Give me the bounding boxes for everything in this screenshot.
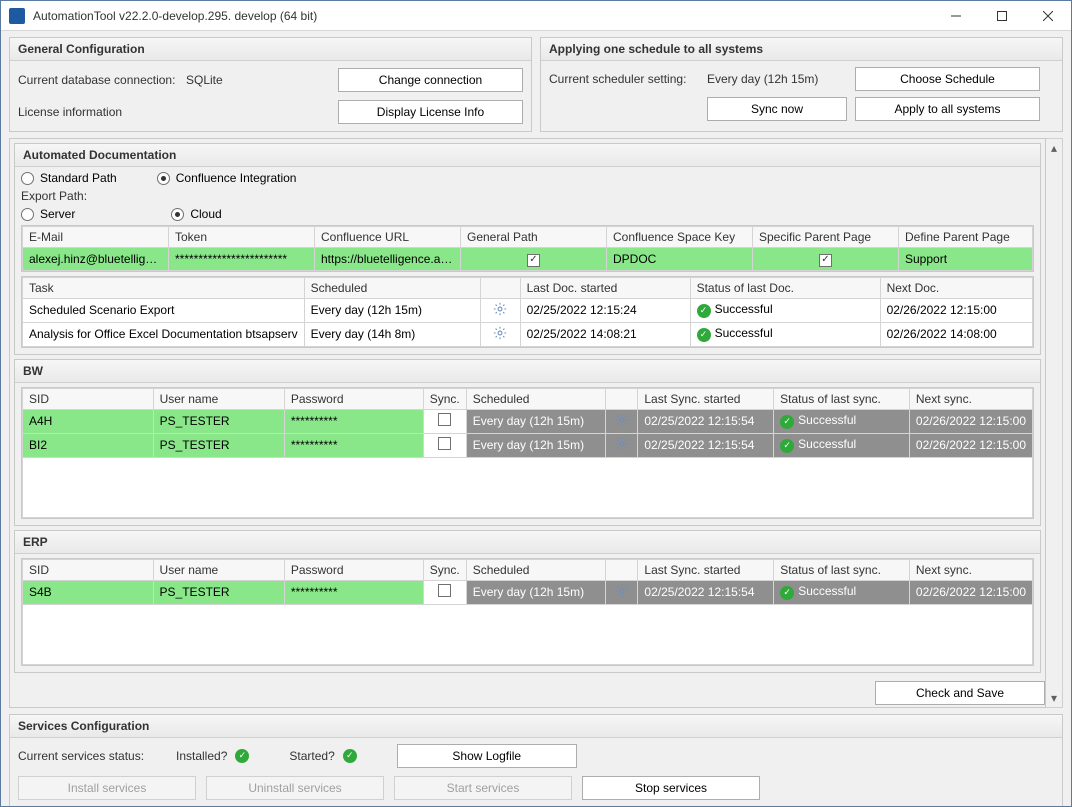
scheduler-value: Every day (12h 15m) — [707, 72, 847, 86]
erp-header: ERP — [15, 531, 1040, 554]
success-icon: ✓ — [697, 304, 711, 318]
gear-icon — [493, 326, 507, 340]
check-save-button[interactable]: Check and Save — [875, 681, 1045, 705]
system-row[interactable]: S4B PS_TESTER ********** Every day (12h … — [23, 580, 1033, 604]
erp-table: SIDUser namePassword Sync.Scheduled Last… — [22, 559, 1033, 605]
apply-all-button[interactable]: Apply to all systems — [855, 97, 1040, 121]
gear-icon — [493, 302, 507, 316]
window-title: AutomationTool v22.2.0-develop.295. deve… — [33, 9, 933, 23]
general-config-header: General Configuration — [10, 38, 531, 61]
show-logfile-button[interactable]: Show Logfile — [397, 744, 577, 768]
sync-checkbox — [438, 584, 451, 597]
radio-standard-path[interactable]: Standard Path — [21, 171, 117, 185]
gear-icon — [615, 584, 629, 598]
titlebar: AutomationTool v22.2.0-develop.295. deve… — [1, 1, 1071, 31]
system-row[interactable]: BI2 PS_TESTER ********** Every day (12h … — [23, 433, 1033, 457]
db-label: Current database connection: — [18, 73, 178, 87]
main-scroll-content: Automated Documentation Standard Path Co… — [9, 138, 1046, 708]
task-table: Task Scheduled Last Doc. started Status … — [22, 277, 1033, 347]
started-ok-icon: ✓ — [343, 749, 357, 763]
schedule-panel: Applying one schedule to all systems Cur… — [540, 37, 1063, 132]
scroll-down-icon[interactable]: ▾ — [1046, 690, 1062, 707]
autodoc-header: Automated Documentation — [15, 144, 1040, 167]
close-icon — [1043, 11, 1053, 21]
schedule-header: Applying one schedule to all systems — [541, 38, 1062, 61]
install-services-button: Install services — [18, 776, 196, 800]
success-icon: ✓ — [697, 328, 711, 342]
confluence-config-table: E-Mail Token Confluence URL General Path… — [22, 226, 1033, 271]
gear-icon — [615, 413, 629, 427]
choose-schedule-button[interactable]: Choose Schedule — [855, 67, 1040, 91]
radio-server[interactable]: Server — [21, 207, 75, 221]
export-path-label: Export Path: — [21, 189, 1034, 203]
display-license-button[interactable]: Display License Info — [338, 100, 523, 124]
minimize-icon — [951, 11, 961, 21]
vertical-scrollbar[interactable]: ▴ ▾ — [1046, 138, 1063, 708]
services-panel: Services Configuration Current services … — [9, 714, 1063, 807]
installed-ok-icon: ✓ — [235, 749, 249, 763]
minimize-button[interactable] — [933, 1, 979, 31]
uninstall-services-button: Uninstall services — [206, 776, 384, 800]
app-window: AutomationTool v22.2.0-develop.295. deve… — [0, 0, 1072, 807]
radio-confluence[interactable]: Confluence Integration — [157, 171, 297, 185]
services-status-label: Current services status: — [18, 749, 168, 763]
start-services-button: Start services — [394, 776, 572, 800]
sync-checkbox — [438, 437, 451, 450]
radio-cloud[interactable]: Cloud — [171, 207, 221, 221]
db-value: SQLite — [186, 73, 223, 87]
task-row[interactable]: Analysis for Office Excel Documentation … — [23, 322, 1033, 346]
specific-parent-checkbox — [819, 254, 832, 267]
general-config-panel: General Configuration Current database c… — [9, 37, 532, 132]
system-row[interactable]: A4H PS_TESTER ********** Every day (12h … — [23, 409, 1033, 433]
bw-header: BW — [15, 360, 1040, 383]
success-icon: ✓ — [780, 415, 794, 429]
maximize-icon — [997, 11, 1007, 21]
bw-table: SIDUser namePassword Sync.Scheduled Last… — [22, 388, 1033, 458]
scroll-up-icon[interactable]: ▴ — [1046, 139, 1062, 156]
license-label: License information — [18, 105, 178, 119]
erp-section: ERP SIDUser namePassword Sync.Scheduled … — [14, 530, 1041, 673]
change-connection-button[interactable]: Change connection — [338, 68, 523, 92]
general-path-checkbox — [527, 254, 540, 267]
autodoc-section: Automated Documentation Standard Path Co… — [14, 143, 1041, 355]
sync-checkbox — [438, 413, 451, 426]
bw-section: BW SIDUser namePassword Sync.Scheduled L… — [14, 359, 1041, 526]
close-button[interactable] — [1025, 1, 1071, 31]
sync-now-button[interactable]: Sync now — [707, 97, 847, 121]
installed-label: Installed? — [176, 749, 227, 763]
stop-services-button[interactable]: Stop services — [582, 776, 760, 800]
maximize-button[interactable] — [979, 1, 1025, 31]
scheduler-label: Current scheduler setting: — [549, 72, 699, 86]
services-header: Services Configuration — [10, 715, 1062, 738]
success-icon: ✓ — [780, 586, 794, 600]
app-icon — [9, 8, 25, 24]
gear-icon — [615, 437, 629, 451]
confluence-config-row[interactable]: alexej.hinz@bluetelligence... **********… — [23, 248, 1033, 271]
started-label: Started? — [289, 749, 334, 763]
success-icon: ✓ — [780, 439, 794, 453]
task-row[interactable]: Scheduled Scenario Export Every day (12h… — [23, 298, 1033, 322]
